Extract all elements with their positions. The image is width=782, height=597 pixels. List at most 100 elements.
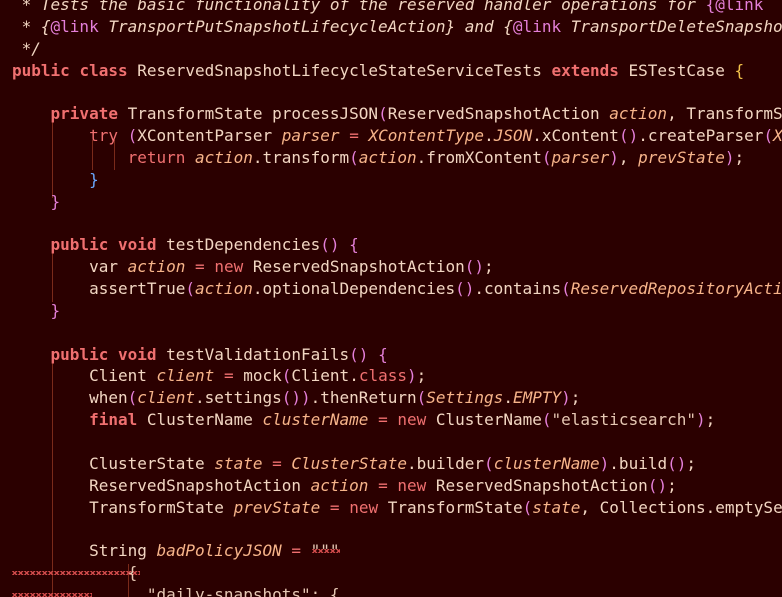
code-token: mock (233, 366, 282, 386)
code-token: ( (561, 279, 571, 299)
code-token: final (89, 410, 138, 430)
code-line[interactable]: * Tests the basic functionality of the r… (12, 0, 773, 16)
code-token: ; (570, 388, 581, 408)
code-line[interactable]: */ (12, 38, 41, 60)
code-token: .thenReturn (310, 388, 417, 408)
code-token: new (349, 497, 379, 517)
code-token: } (50, 191, 61, 211)
code-line[interactable]: return action.transform(action.fromXCont… (12, 147, 745, 169)
code-token: ; (667, 475, 677, 495)
code-line[interactable]: var action = new ReservedSnapshotAction(… (12, 256, 494, 278)
code-token: clusterName (493, 453, 600, 473)
code-token: new (397, 475, 427, 495)
code-token: ( (127, 388, 138, 408)
code-token: @link (512, 16, 562, 36)
code-token: { (734, 60, 745, 80)
code-token: () (647, 475, 668, 495)
code-token: state (532, 497, 581, 517)
code-line[interactable]: assertTrue(action.optionalDependencies()… (12, 278, 782, 300)
code-token: ( (541, 410, 552, 430)
code-token: prevState (233, 497, 321, 517)
code-line[interactable]: public void testValidationFails() { (12, 344, 388, 366)
code-line[interactable]: public void testDependencies() { (12, 234, 359, 256)
code-token: action (609, 104, 668, 124)
code-line[interactable]: ReservedSnapshotAction action = new Rese… (12, 475, 677, 497)
code-token: , TransformS (667, 104, 782, 124)
code-token: = (378, 475, 388, 495)
code-line[interactable]: final ClusterName clusterName = new Clus… (12, 409, 715, 431)
code-token: Client (12, 366, 157, 386)
code-line[interactable]: when(client.settings()).thenReturn(Setti… (12, 387, 580, 409)
code-token: ( (185, 279, 196, 299)
code-token: ; (734, 147, 745, 167)
code-line[interactable]: private TransformState processJSON(Reser… (12, 103, 782, 125)
code-token: ( (378, 104, 388, 124)
code-token: Settings (426, 388, 504, 408)
code-editor[interactable]: * Tests the basic functionality of the r… (0, 0, 782, 597)
code-token: client (156, 366, 215, 386)
code-token: "elasticsearch" (551, 410, 697, 430)
code-token: Client. (291, 366, 359, 386)
code-token: clusterName (262, 410, 369, 430)
code-token: ()) (281, 388, 311, 408)
code-token: class (79, 60, 128, 80)
code-token: ClusterState (12, 453, 215, 473)
code-line[interactable]: { (12, 562, 138, 584)
code-token: } (89, 169, 99, 189)
code-token: prevState (638, 147, 725, 167)
code-line[interactable]: } (12, 191, 61, 213)
code-line[interactable]: "daily-snapshots": { (12, 584, 340, 597)
code-line[interactable]: * {@link TransportPutSnapshotLifecycleAc… (12, 16, 782, 38)
code-token: var (12, 257, 128, 277)
code-line[interactable]: } (12, 300, 61, 322)
code-token: { (349, 235, 359, 255)
code-token: = (329, 497, 340, 517)
code-token: ; (416, 366, 427, 386)
code-line[interactable]: public class ReservedSnapshotLifecycleSt… (12, 60, 744, 82)
code-token: {@link (705, 0, 773, 14)
code-token: String (12, 541, 157, 561)
code-line[interactable]: ClusterState state = ClusterState.builde… (12, 453, 696, 475)
code-line[interactable]: TransformState prevState = new Transform… (12, 497, 782, 519)
code-token: . (484, 126, 494, 146)
code-token: void (117, 235, 157, 255)
code-token: .contains (474, 279, 562, 299)
code-line[interactable]: Client client = mock(Client.class); (12, 365, 426, 387)
code-token: } (50, 300, 61, 320)
code-token: = (272, 453, 282, 473)
code-token: ( (416, 388, 427, 408)
code-token: ClusterState (291, 453, 407, 473)
code-token: ) (407, 366, 417, 386)
code-token: ESTestCase (618, 60, 735, 80)
code-token: public (12, 60, 70, 80)
code-token: .optionalDependencies (252, 279, 456, 299)
code-token: { (378, 344, 388, 364)
code-token: () (455, 279, 475, 299)
code-token: ReservedSnapshotAction (387, 104, 610, 124)
code-token: action (358, 147, 417, 167)
code-line[interactable]: try (XContentParser parser = XContentTyp… (12, 125, 782, 147)
code-token: extends (551, 60, 619, 80)
code-line[interactable]: } (12, 169, 99, 191)
code-token: = (223, 366, 234, 386)
code-line[interactable]: String badPolicyJSON = """ (12, 540, 340, 562)
code-token: */ (12, 38, 41, 58)
code-token: ReservedSnapshotLifecycleStateServiceTes… (127, 60, 552, 80)
code-token: , Collections.emptySe (580, 497, 782, 517)
code-token: ) (696, 410, 706, 430)
